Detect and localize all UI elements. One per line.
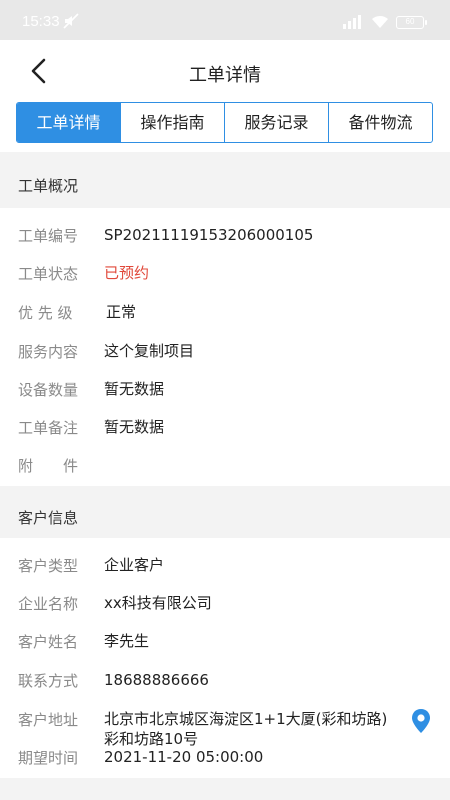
section-order-overview-header: 工单概况: [0, 158, 450, 208]
company-name-value: xx科技有限公司: [104, 594, 212, 612]
row-order-remark: 工单备注 暂无数据: [0, 408, 450, 446]
location-pin-icon[interactable]: [411, 708, 431, 734]
wifi-icon: [372, 15, 388, 28]
mute-icon: [63, 13, 79, 29]
row-customer-name: 客户姓名 李先生: [0, 622, 450, 660]
next-section-peek: [0, 778, 450, 800]
field-label: 联系方式: [18, 672, 79, 690]
status-time: 15:33: [22, 13, 60, 30]
section-title: 客户信息: [18, 509, 79, 527]
customer-info-card: 客户类型 企业客户 企业名称 xx科技有限公司 客户姓名 李先生 联系方式 18…: [0, 538, 450, 778]
order-remark-value: 暂无数据: [104, 418, 165, 436]
device-count-value: 暂无数据: [104, 380, 165, 398]
nav-bar: 工单详情: [0, 40, 450, 102]
tab-bar: 工单详情 操作指南 服务记录 备件物流: [16, 102, 433, 143]
field-label: 客户地址: [18, 711, 79, 729]
tab-operation-guide[interactable]: 操作指南: [120, 103, 224, 142]
customer-type-value: 企业客户: [104, 556, 165, 574]
field-label: 优 先 级: [18, 304, 73, 322]
service-content-value: 这个复制项目: [104, 342, 195, 360]
battery-icon: 60: [396, 16, 427, 29]
field-label: 工单备注: [18, 419, 79, 437]
field-label: 客户姓名: [18, 633, 79, 651]
row-priority: 优 先 级 正常: [0, 293, 450, 331]
row-customer-type: 客户类型 企业客户: [0, 546, 450, 584]
row-order-number: 工单编号 SP20211119153206000105: [0, 216, 450, 254]
page-title: 工单详情: [189, 65, 261, 86]
expected-time-value: 2021-11-20 05:00:00: [104, 748, 264, 766]
row-order-status: 工单状态 已预约: [0, 254, 450, 292]
row-expected-time: 期望时间 2021-11-20 05:00:00: [0, 738, 450, 776]
signal-icon: [343, 15, 361, 29]
tab-service-records[interactable]: 服务记录: [224, 103, 328, 142]
field-label: 工单状态: [18, 265, 79, 283]
tab-parts-logistics[interactable]: 备件物流: [328, 103, 432, 142]
order-number-value: SP20211119153206000105: [104, 226, 314, 244]
field-label: 设备数量: [18, 381, 79, 399]
row-attachment: 附 件: [0, 446, 450, 484]
row-company-name: 企业名称 xx科技有限公司: [0, 584, 450, 622]
field-label: 服务内容: [18, 343, 79, 361]
field-label: 工单编号: [18, 227, 79, 245]
row-device-count: 设备数量 暂无数据: [0, 370, 450, 408]
status-bar: 15:33 60: [0, 0, 450, 40]
tab-order-details[interactable]: 工单详情: [17, 103, 120, 142]
field-label: 客户类型: [18, 557, 79, 575]
priority-value: 正常: [106, 303, 137, 321]
field-label: 企业名称: [18, 595, 79, 613]
field-label: 附 件: [18, 457, 79, 475]
row-service-content: 服务内容 这个复制项目: [0, 332, 450, 370]
customer-name-value: 李先生: [104, 632, 150, 650]
row-contact: 联系方式 18688886666: [0, 661, 450, 699]
section-customer-info-header: 客户信息: [0, 490, 450, 540]
contact-phone-value[interactable]: 18688886666: [104, 670, 394, 690]
order-status-value: 已预约: [104, 264, 150, 282]
section-title: 工单概况: [18, 177, 79, 195]
order-overview-card: 工单编号 SP20211119153206000105 工单状态 已预约 优 先…: [0, 208, 450, 486]
battery-level: 60: [405, 17, 415, 26]
field-label: 期望时间: [18, 749, 79, 767]
